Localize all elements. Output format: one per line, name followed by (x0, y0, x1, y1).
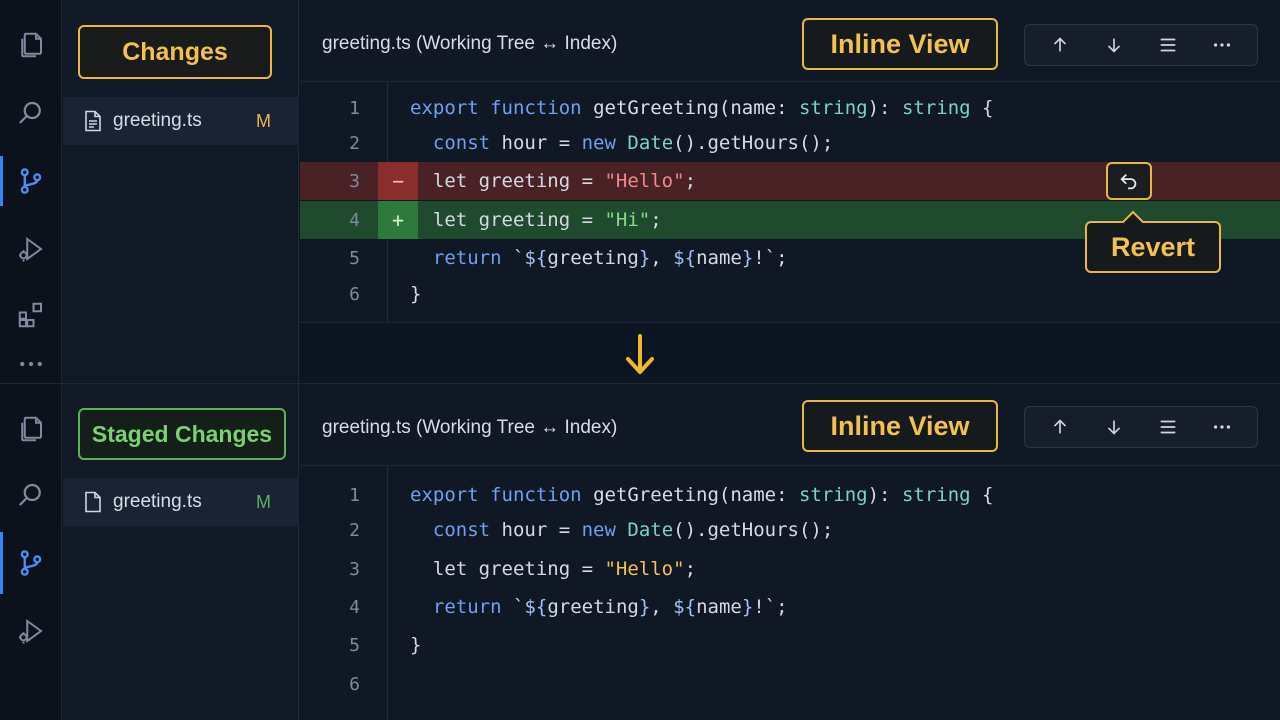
file-name: greeting.ts (113, 110, 202, 131)
line-number: 2 (349, 519, 360, 541)
search-icon[interactable] (0, 470, 62, 520)
arrow-down-icon[interactable] (1096, 27, 1132, 63)
line-number: 1 (349, 484, 360, 506)
undo-icon (1120, 173, 1137, 190)
transition-arrow-icon (626, 334, 654, 374)
editor-header: greeting.ts (Working Tree ↔ Index) Inlin… (300, 384, 1280, 466)
extensions-icon[interactable] (0, 290, 62, 340)
inline-view-label[interactable]: Inline View (802, 400, 998, 452)
arrow-up-icon[interactable] (1042, 409, 1078, 445)
source-control-icon[interactable] (0, 156, 62, 206)
diff-toolbar (1024, 24, 1258, 66)
code-line: 1 export function getGreeting(name: stri… (300, 476, 1280, 514)
activity-bar (0, 0, 62, 383)
source-control-sidebar: Staged Changes greeting.ts M (63, 384, 299, 720)
staged-changes-section-label[interactable]: Staged Changes (78, 408, 286, 460)
code-line: 3 let greeting = "Hello"; (300, 550, 1280, 588)
diff-toolbar (1024, 406, 1258, 448)
editor-title: greeting.ts (Working Tree ↔ Index) (322, 417, 618, 438)
activity-bar (0, 384, 62, 720)
editor-footer (300, 323, 1280, 383)
run-debug-icon[interactable] (0, 606, 62, 656)
editor-header: greeting.ts (Working Tree ↔ Index) Inlin… (300, 0, 1280, 82)
line-number: 3 (349, 558, 360, 580)
changes-section-label[interactable]: Changes (78, 25, 272, 79)
list-icon[interactable] (1150, 27, 1186, 63)
more-icon[interactable] (1204, 27, 1240, 63)
diff-editor: greeting.ts (Working Tree ↔ Index) Inlin… (300, 0, 1280, 383)
source-control-icon[interactable] (0, 532, 62, 594)
inline-view-label[interactable]: Inline View (802, 18, 998, 70)
line-number: 3 (349, 170, 360, 192)
more-icon[interactable] (1204, 409, 1240, 445)
file-item-greeting[interactable]: greeting.ts M (63, 97, 299, 145)
source-control-sidebar: Changes greeting.ts M (63, 0, 299, 383)
diff-editor: greeting.ts (Working Tree ↔ Index) Inlin… (300, 384, 1280, 720)
more-icon[interactable] (0, 342, 62, 386)
code-line: 4 return `${greeting}, ${name}!`; (300, 588, 1280, 626)
file-icon (85, 110, 101, 132)
file-icon (85, 491, 101, 513)
file-name: greeting.ts (113, 491, 202, 512)
line-number: 5 (349, 634, 360, 656)
line-number: 5 (349, 247, 360, 269)
file-item-greeting[interactable]: greeting.ts M (63, 478, 299, 526)
code-line: 6 (300, 665, 1280, 703)
bottom-pane: Staged Changes greeting.ts M greeting.ts… (0, 384, 1280, 720)
run-debug-icon[interactable] (0, 224, 62, 274)
code-line: 2 const hour = new Date().getHours(); (300, 124, 1280, 162)
file-status-modified: M (256, 110, 271, 131)
files-icon[interactable] (0, 20, 62, 70)
file-status-modified: M (256, 491, 271, 512)
line-number: 6 (349, 673, 360, 695)
list-icon[interactable] (1150, 409, 1186, 445)
code-line: 6 } (300, 275, 1280, 313)
revert-button[interactable] (1106, 162, 1152, 200)
files-icon[interactable] (0, 404, 62, 454)
divider (300, 322, 1280, 323)
line-number: 6 (349, 283, 360, 305)
line-number: 4 (349, 209, 360, 231)
arrow-down-icon[interactable] (1096, 409, 1132, 445)
line-number: 4 (349, 596, 360, 618)
top-pane: Changes greeting.ts M greeting.ts (Worki… (0, 0, 1280, 383)
code-line: 1 export function getGreeting(name: stri… (300, 89, 1280, 127)
line-number: 2 (349, 132, 360, 154)
line-number: 1 (349, 97, 360, 119)
search-icon[interactable] (0, 88, 62, 138)
code-line: 5 } (300, 626, 1280, 664)
code-line: 2 const hour = new Date().getHours(); (300, 511, 1280, 549)
arrow-up-icon[interactable] (1042, 27, 1078, 63)
revert-tooltip: Revert (1085, 221, 1221, 273)
editor-title: greeting.ts (Working Tree ↔ Index) (322, 33, 618, 54)
